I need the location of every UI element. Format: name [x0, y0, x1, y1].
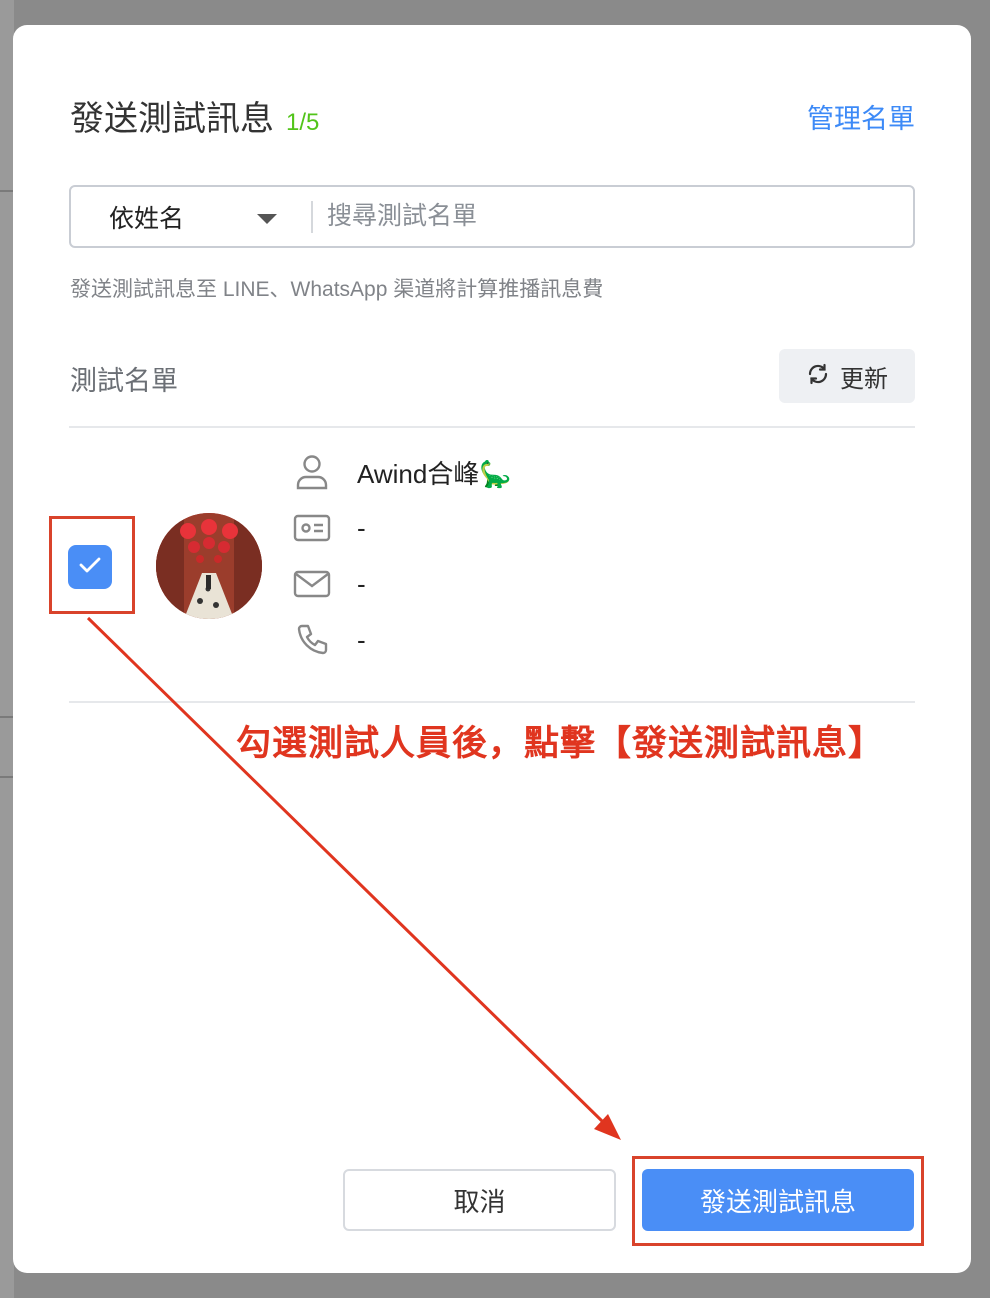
- send-test-message-dialog: 發送測試訊息 1/5 管理名單 依姓名 發送測試訊息至 LINE、WhatsAp…: [13, 25, 971, 1273]
- list-bottom-divider: [69, 701, 915, 703]
- background-app: [0, 0, 14, 1298]
- id-card-icon: [293, 509, 331, 547]
- selected-count: 1/5: [286, 109, 320, 136]
- dialog-title: 發送測試訊息: [70, 100, 274, 138]
- cancel-button[interactable]: 取消: [343, 1169, 616, 1231]
- search-filter-select[interactable]: 依姓名: [71, 187, 311, 246]
- mail-icon: [293, 565, 331, 603]
- send-button-highlight-box: 發送測試訊息: [632, 1156, 924, 1246]
- background-divider: [0, 716, 14, 718]
- manage-list-link[interactable]: 管理名單: [807, 97, 915, 136]
- test-list-title: 測試名單: [70, 366, 178, 396]
- check-icon: [78, 556, 102, 579]
- contact-email-row: -: [293, 565, 366, 603]
- user-icon: [293, 453, 331, 491]
- refresh-label: 更新: [840, 365, 888, 393]
- contact-name-row: Awind合峰🦕: [293, 453, 512, 491]
- contact-checkbox[interactable]: [68, 545, 112, 589]
- search-filter-label: 依姓名: [109, 204, 185, 233]
- contact-phone: -: [357, 624, 366, 655]
- background-divider: [0, 776, 14, 778]
- send-test-message-button[interactable]: 發送測試訊息: [642, 1169, 914, 1231]
- contact-id-row: -: [293, 509, 366, 547]
- contact-email: -: [357, 568, 366, 599]
- dialog-header: 發送測試訊息 1/5: [70, 91, 319, 140]
- refresh-icon: [806, 362, 830, 391]
- phone-icon: [293, 621, 331, 659]
- list-top-divider: [69, 426, 915, 428]
- contact-avatar: [156, 513, 262, 619]
- billing-notice: 發送測試訊息至 LINE、WhatsApp 渠道將計算推播訊息費: [70, 278, 604, 301]
- search-bar: 依姓名: [69, 185, 915, 248]
- contact-phone-row: -: [293, 621, 366, 659]
- checkbox-highlight-box: [49, 516, 135, 614]
- background-divider: [0, 190, 14, 192]
- contact-name: Awind合峰🦕: [357, 458, 512, 489]
- contact-id: -: [357, 512, 366, 543]
- refresh-button[interactable]: 更新: [779, 349, 915, 403]
- caret-down-icon: [257, 214, 277, 224]
- instruction-annotation: 勾選測試人員後，點擊【發送測試訊息】: [236, 724, 885, 763]
- search-input[interactable]: [313, 201, 913, 232]
